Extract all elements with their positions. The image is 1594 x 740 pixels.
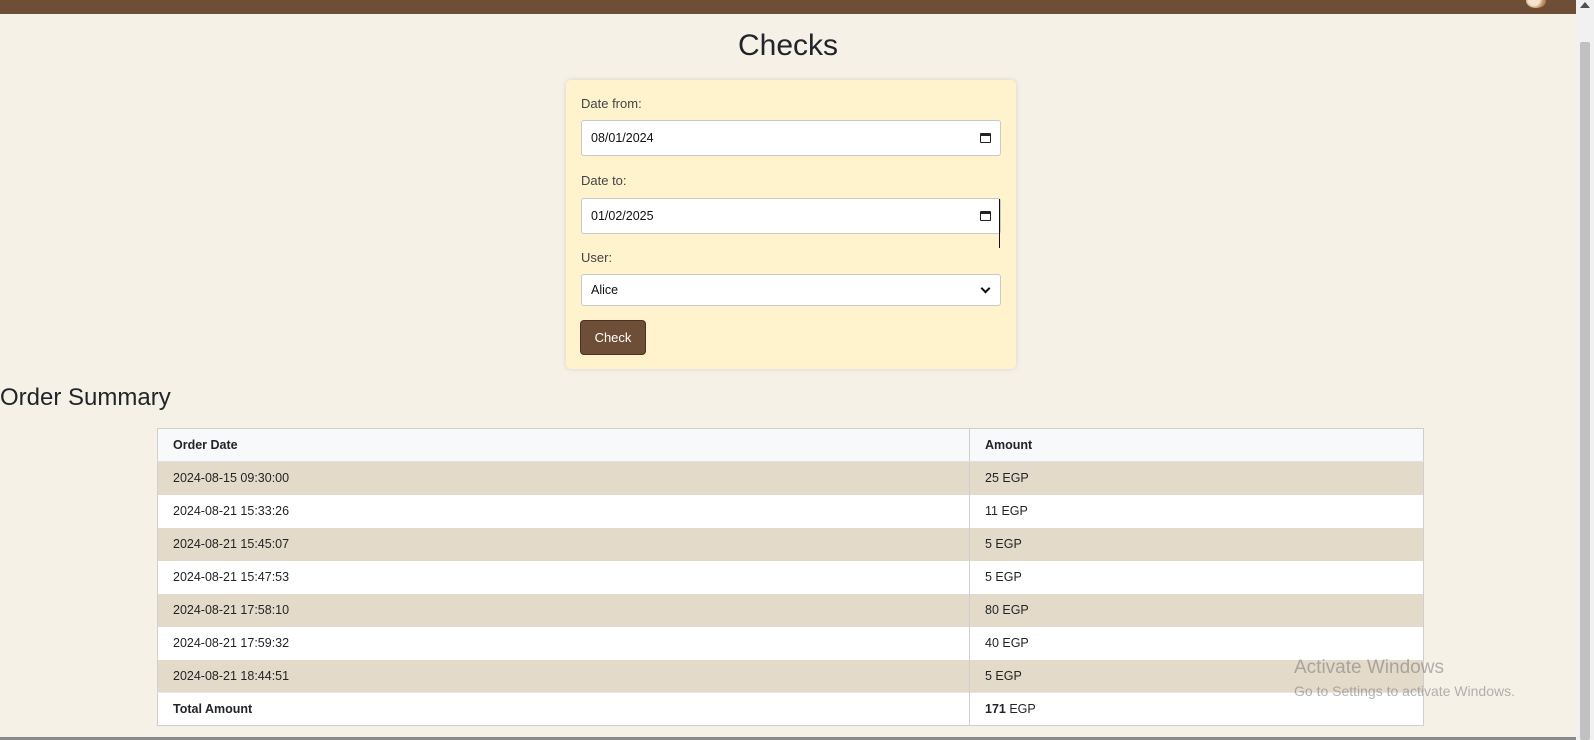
top-navbar <box>0 0 1576 14</box>
table-row: 2024-08-21 17:58:10 80 EGP <box>157 593 1424 627</box>
check-button[interactable]: Check <box>581 321 645 354</box>
order-summary-title: Order Summary <box>0 384 171 411</box>
vertical-scrollbar[interactable] <box>1576 0 1594 740</box>
amount-cell: 40 EGP <box>969 626 1424 660</box>
focus-indicator <box>999 199 1000 248</box>
watermark-title: Activate Windows <box>1294 657 1444 678</box>
date-from-label: Date from: <box>581 96 642 111</box>
date-from-input[interactable]: 08/01/2024 <box>581 120 1001 156</box>
avatar-icon[interactable] <box>1526 0 1546 8</box>
chevron-down-icon <box>980 283 991 293</box>
table-row: 2024-08-21 15:45:07 5 EGP <box>157 527 1424 561</box>
total-row: Total Amount 171 EGP <box>157 692 1424 726</box>
table-row: 2024-08-15 09:30:00 25 EGP <box>157 461 1424 495</box>
user-select-value: Alice <box>591 283 619 297</box>
total-amount-number: 171 <box>985 702 1006 716</box>
order-date-cell: 2024-08-21 15:47:53 <box>157 560 970 594</box>
order-date-cell: 2024-08-21 17:58:10 <box>157 593 970 627</box>
table-row: 2024-08-21 15:47:53 5 EGP <box>157 560 1424 594</box>
filter-form: Date from: 08/01/2024 Date to: 01/02/202… <box>566 80 1016 369</box>
user-select[interactable]: Alice <box>581 274 1001 306</box>
table-row: 2024-08-21 17:59:32 40 EGP <box>157 626 1424 660</box>
amount-cell: 11 EGP <box>969 494 1424 528</box>
column-header-order-date: Order Date <box>157 428 970 462</box>
date-from-value: 08/01/2024 <box>591 131 654 145</box>
date-to-value: 01/02/2025 <box>591 209 654 223</box>
total-amount-currency: EGP <box>1009 702 1036 716</box>
order-summary-table: Order Date Amount 2024-08-15 09:30:00 25… <box>157 428 1424 726</box>
order-date-cell: 2024-08-21 18:44:51 <box>157 659 970 693</box>
order-date-cell: 2024-08-21 15:45:07 <box>157 527 970 561</box>
table-row: 2024-08-21 15:33:26 11 EGP <box>157 494 1424 528</box>
order-date-cell: 2024-08-15 09:30:00 <box>157 461 970 495</box>
user-label: User: <box>581 250 613 265</box>
table-header-row: Order Date Amount <box>157 428 1424 462</box>
column-header-amount: Amount <box>969 428 1424 462</box>
amount-cell: 25 EGP <box>969 461 1424 495</box>
order-date-cell: 2024-08-21 17:59:32 <box>157 626 970 660</box>
total-amount-label: Total Amount <box>157 692 970 726</box>
date-to-label: Date to: <box>581 173 627 188</box>
amount-cell: 5 EGP <box>969 527 1424 561</box>
scrollbar-thumb[interactable] <box>1580 42 1590 740</box>
scroll-up-arrow-icon[interactable] <box>1580 2 1590 8</box>
calendar-icon[interactable] <box>980 133 991 143</box>
date-to-input[interactable]: 01/02/2025 <box>581 198 1001 234</box>
amount-cell: 5 EGP <box>969 560 1424 594</box>
table-row: 2024-08-21 18:44:51 5 EGP <box>157 659 1424 693</box>
page-title: Checks <box>737 29 839 62</box>
watermark-subtitle: Go to Settings to activate Windows. <box>1294 683 1515 699</box>
calendar-icon[interactable] <box>980 211 991 221</box>
amount-cell: 80 EGP <box>969 593 1424 627</box>
order-date-cell: 2024-08-21 15:33:26 <box>157 494 970 528</box>
activate-windows-watermark: Activate Windows Go to Settings to activ… <box>1294 656 1515 700</box>
